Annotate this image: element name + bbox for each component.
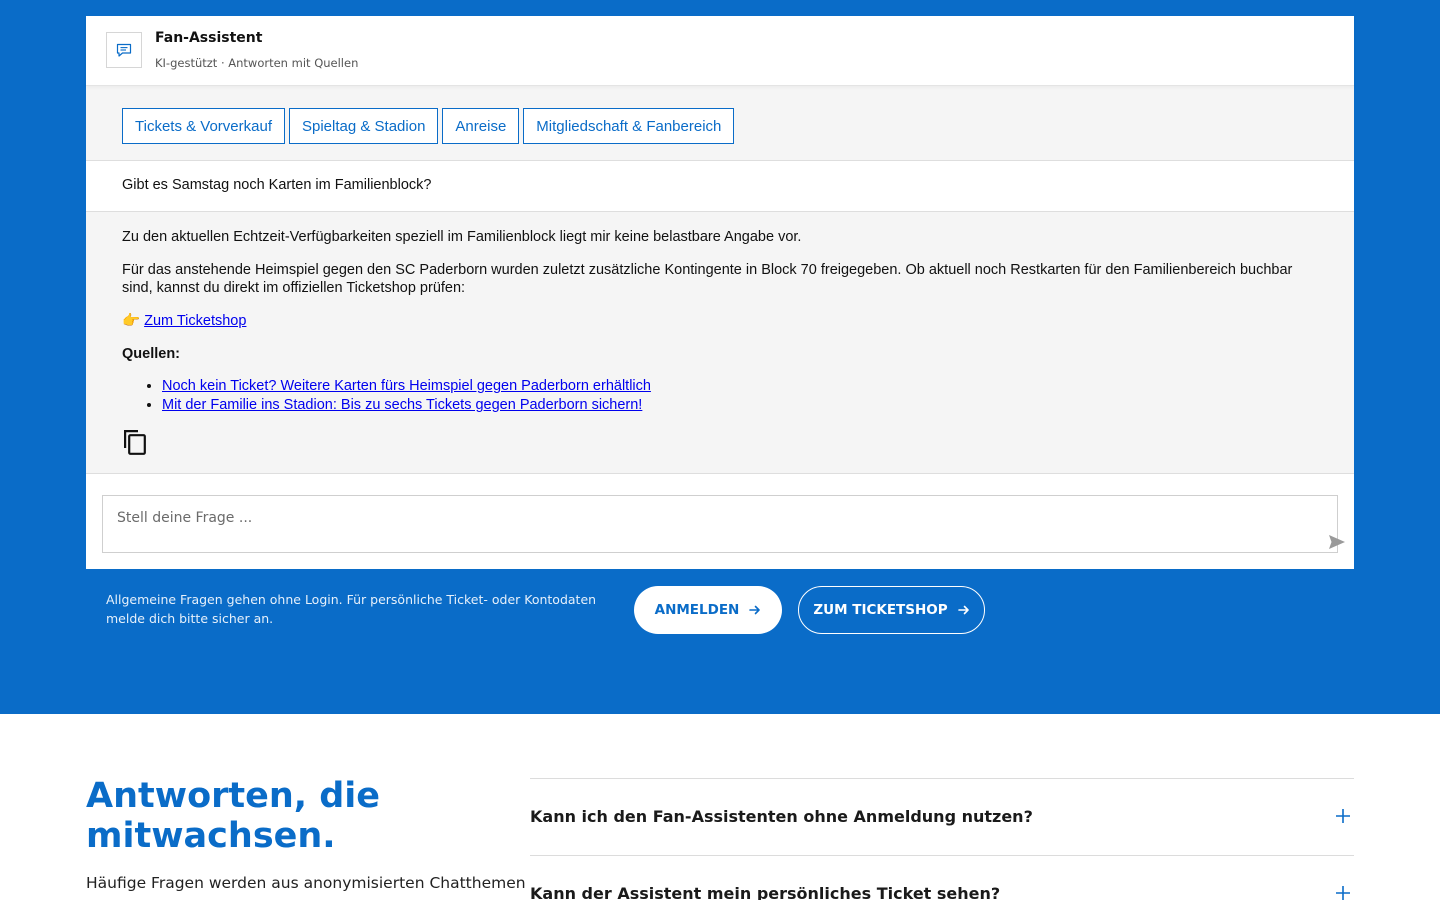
chat-header: Fan-Assistent KI-gestützt · Antworten mi… [86,16,1354,86]
send-icon[interactable] [1328,534,1346,550]
topic-tickets-button[interactable]: Tickets & Vorverkauf [122,108,285,144]
pointing-hand-icon: 👉 [122,313,141,329]
topic-matchday-button[interactable]: Spieltag & Stadion [289,108,439,144]
topic-travel-button[interactable]: Anreise [442,108,520,144]
faq-intro: Häufige Fragen werden aus anonymisierten… [86,874,526,892]
source-link[interactable]: Noch kein Ticket? Weitere Karten fürs He… [162,378,651,394]
login-note: Allgemeine Fragen gehen ohne Login. Für … [106,592,597,626]
faq-item[interactable]: Kann ich den Fan-Assistenten ohne Anmeld… [530,778,1354,855]
chat-input-area [86,474,1354,569]
chat-title: Fan-Assistent [155,30,263,46]
login-button-label: ANMELDEN [654,602,740,618]
question-input[interactable] [102,495,1338,553]
reply-paragraph: Zu den aktuellen Echtzeit-Verfügbarkeite… [122,229,802,245]
copy-icon[interactable] [122,428,148,456]
sources-title: Quellen: [122,346,181,362]
arrow-right-icon [749,605,761,615]
arrow-right-icon [957,605,969,615]
sources-list: Noch kein Ticket? Weitere Karten fürs He… [122,377,1318,414]
source-item: Mit der Familie ins Stadion: Bis zu sech… [162,396,1318,414]
plus-icon [1336,809,1350,823]
faq-question: Kann der Assistent mein persönliches Tic… [530,884,1001,900]
assistant-message: Zu den aktuellen Echtzeit-Verfügbarkeite… [86,212,1354,474]
topic-chips: Tickets & Vorverkauf Spieltag & Stadion … [86,86,1354,161]
faq-heading: Antworten, die mitwachsen. [86,776,381,856]
ticketshop-link[interactable]: Zum Ticketshop [144,313,246,329]
source-item: Noch kein Ticket? Weitere Karten fürs He… [162,377,1318,395]
ticketshop-button-label: ZUM TICKETSHOP [813,602,948,618]
user-message: Gibt es Samstag noch Karten im Familienb… [86,161,1354,212]
login-button[interactable]: ANMELDEN [634,586,782,634]
ticketshop-button[interactable]: ZUM TICKETSHOP [798,586,985,634]
reply-paragraph: Für das anstehende Heimspiel gegen den S… [122,262,1293,296]
faq-list: Kann ich den Fan-Assistenten ohne Anmeld… [530,778,1354,900]
topic-membership-button[interactable]: Mitgliedschaft & Fanbereich [523,108,735,144]
chat-subtitle: KI-gestützt · Antworten mit Quellen [155,56,359,70]
chat-bubble-icon [106,32,142,68]
plus-icon [1336,886,1350,900]
source-link[interactable]: Mit der Familie ins Stadion: Bis zu sech… [162,397,642,413]
chat-widget: Fan-Assistent KI-gestützt · Antworten mi… [86,16,1354,569]
faq-item[interactable]: Kann der Assistent mein persönliches Tic… [530,855,1354,900]
ticketshop-line: 👉 Zum Ticketshop [122,312,1318,330]
faq-question: Kann ich den Fan-Assistenten ohne Anmeld… [530,807,1033,826]
